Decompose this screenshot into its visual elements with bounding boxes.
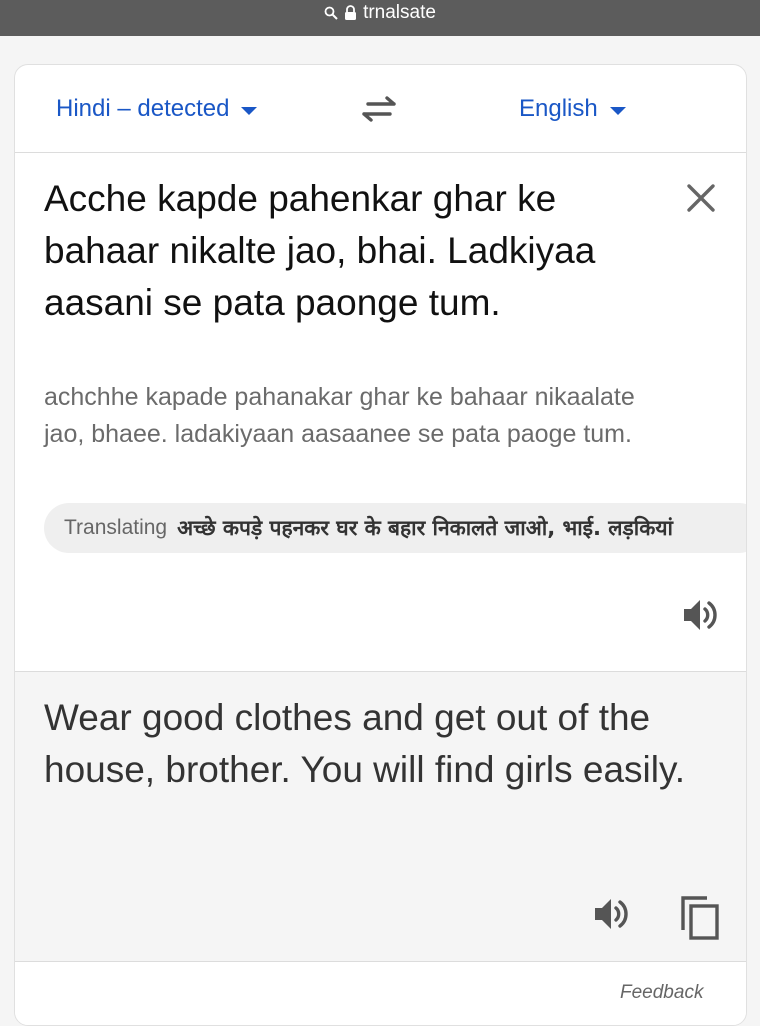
browser-url-bar[interactable]: trnalsate (0, 0, 760, 36)
target-language-selector[interactable]: English (519, 95, 626, 123)
speaker-icon (684, 600, 717, 630)
chevron-down-icon (241, 107, 258, 115)
copy-icon (681, 896, 719, 940)
translation-text: Wear good clothes and get out of the hou… (44, 697, 686, 790)
search-icon (324, 6, 338, 20)
target-language-label: English (519, 95, 598, 122)
lock-icon (344, 5, 357, 21)
source-text[interactable]: Acche kapde pahenkar ghar ke bahaar nika… (44, 173, 644, 329)
translate-card: Hindi – detected English Acche kapde pah… (14, 64, 747, 1026)
close-icon (687, 184, 715, 212)
clear-input-button[interactable] (686, 183, 716, 218)
speaker-icon (595, 899, 628, 929)
source-input-area[interactable]: Acche kapde pahenkar ghar ke bahaar nika… (15, 153, 746, 671)
translating-label: Translating (64, 516, 168, 539)
url-display[interactable]: trnalsate (324, 2, 436, 24)
url-text: trnalsate (363, 2, 436, 23)
swap-icon (362, 96, 396, 122)
copy-translation-button[interactable] (679, 894, 721, 947)
translating-chip[interactable]: Translating अच्छे कपड़े पहनकर घर के बहार… (44, 503, 746, 553)
translation-output-area: Wear good clothes and get out of the hou… (15, 671, 746, 961)
transliteration-text: achchhe kapade pahanakar ghar ke bahaar … (44, 383, 635, 448)
chevron-down-icon (609, 107, 626, 115)
listen-source-button[interactable] (682, 597, 720, 638)
listen-translation-button[interactable] (593, 896, 631, 937)
language-bar: Hindi – detected English (15, 65, 746, 153)
feedback-link[interactable]: Feedback (620, 982, 703, 1004)
source-language-label: Hindi – detected (56, 95, 230, 122)
card-footer: Feedback (15, 961, 746, 1025)
translating-text: अच्छे कपड़े पहनकर घर के बहार निकालते जाओ… (177, 516, 673, 540)
swap-languages-button[interactable] (360, 93, 398, 130)
source-language-selector[interactable]: Hindi – detected (56, 95, 258, 123)
